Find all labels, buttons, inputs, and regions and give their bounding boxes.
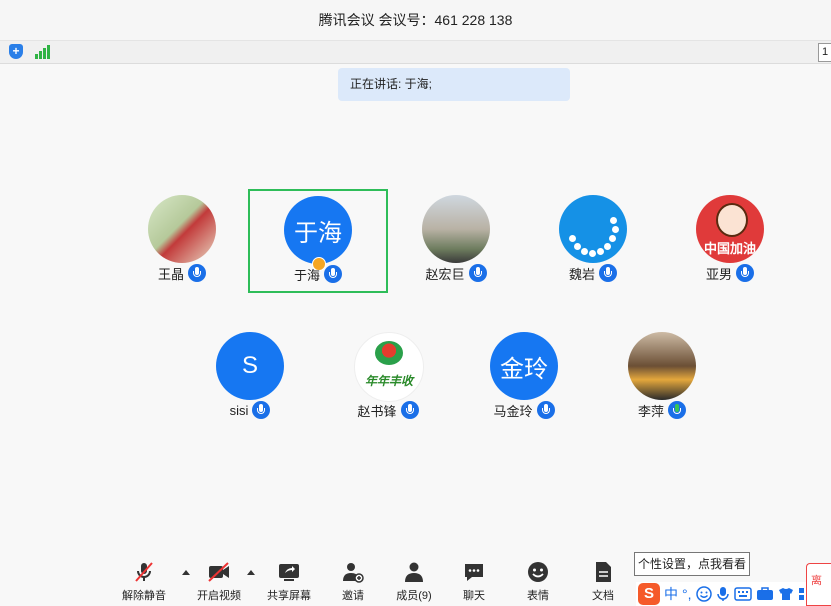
microphone-icon — [252, 401, 271, 419]
ime-punctuation-toggle[interactable]: °, — [682, 586, 692, 602]
participant-name: 王晶 — [157, 266, 184, 282]
ime-language-toggle[interactable]: 中 — [664, 584, 678, 604]
ime-toolbox-icon[interactable] — [756, 587, 774, 601]
microphone-icon — [536, 401, 555, 419]
speaking-indicator: 正在讲话: 于海; — [338, 68, 570, 101]
participant-tile[interactable]: S sisi — [180, 325, 320, 429]
speaking-text: 正在讲话: 于海; — [350, 77, 433, 91]
participant-tile[interactable]: 王晶 — [112, 188, 252, 292]
security-shield-icon[interactable]: + — [9, 44, 23, 59]
chat-icon — [465, 564, 483, 581]
unmute-button[interactable]: 解除静音 — [114, 560, 174, 604]
microphone-icon — [400, 401, 419, 419]
participant-tile[interactable]: 年年丰收 赵书锋 — [318, 325, 458, 429]
participant-name: 李萍 — [637, 403, 664, 419]
avatar: 金玲 — [490, 332, 558, 400]
avatar: S — [216, 332, 284, 400]
avatar — [148, 195, 216, 263]
window-titlebar: 腾讯会议 会议号：461 228 138 — [0, 0, 831, 41]
participant-name: 赵宏巨 — [425, 266, 465, 282]
members-icon — [405, 562, 423, 582]
start-video-label: 开启视频 — [197, 590, 241, 602]
avatar — [628, 332, 696, 400]
document-icon — [596, 562, 611, 582]
ime-toolbar: S 中 °, — [636, 582, 822, 606]
avatar: 于海 — [284, 196, 352, 264]
docs-button[interactable]: 文档 — [573, 560, 633, 604]
leave-button-partial[interactable]: 离 — [806, 563, 831, 606]
participant-tile[interactable]: 金玲 马金玲 — [454, 325, 594, 429]
microphone-icon — [599, 264, 617, 282]
loading-dots-icon — [559, 195, 627, 263]
microphone-icon — [188, 264, 206, 282]
share-screen-icon — [279, 564, 299, 581]
ime-emoji-icon[interactable] — [695, 586, 712, 602]
invite-label: 邀请 — [342, 590, 364, 602]
meeting-title: 腾讯会议 会议号：461 228 138 — [318, 12, 513, 28]
microphone-icon — [324, 265, 342, 283]
participant-name: 马金玲 — [493, 403, 533, 419]
camera-off-icon — [208, 562, 229, 582]
status-bar: + 1 — [0, 41, 831, 64]
avatar: 年年丰收 — [354, 332, 424, 402]
participant-name: 魏岩 — [568, 266, 595, 282]
avatar: 中国加油 — [696, 195, 764, 263]
harvest-logo-icon — [375, 341, 403, 365]
avatar-caption: 年年丰收 — [364, 374, 413, 388]
microphone-icon — [468, 264, 487, 282]
participant-name: 赵书锋 — [357, 403, 397, 419]
ime-tooltip: 个性设置，点我看看 — [634, 552, 750, 576]
network-signal-icon[interactable] — [35, 45, 51, 59]
ime-keyboard-icon[interactable] — [733, 587, 752, 601]
participant-tile[interactable]: 赵宏巨 — [386, 188, 526, 292]
members-button[interactable]: 成员(9) — [384, 560, 444, 604]
avatar — [559, 195, 627, 263]
microphone-active-icon — [668, 401, 686, 419]
docs-label: 文档 — [592, 590, 614, 602]
page-indicator[interactable]: 1 — [818, 43, 831, 62]
avatar-caption: 中国加油 — [703, 241, 756, 256]
members-label: 成员(9) — [396, 590, 432, 602]
add-user-icon — [343, 563, 364, 583]
participant-tile[interactable]: 魏岩 — [523, 188, 663, 292]
share-screen-label: 共享屏幕 — [267, 590, 311, 602]
unmute-label: 解除静音 — [122, 590, 166, 602]
participant-tile[interactable]: 中国加油 亚男 — [660, 188, 800, 292]
microphone-icon — [736, 264, 754, 282]
participant-tile-active[interactable]: 于海 于海 — [248, 189, 388, 293]
tooltip-text: 个性设置，点我看看 — [637, 557, 746, 571]
chat-button[interactable]: 聊天 — [444, 560, 504, 604]
reactions-label: 表情 — [527, 590, 549, 602]
avatar — [422, 195, 490, 263]
ime-voice-icon[interactable] — [716, 586, 730, 602]
chat-label: 聊天 — [463, 590, 485, 602]
ime-skin-icon[interactable] — [778, 587, 794, 601]
sogou-logo-icon[interactable]: S — [638, 583, 660, 605]
start-video-button[interactable]: 开启视频 — [189, 560, 249, 604]
participant-name: 于海 — [293, 267, 320, 283]
participant-tile[interactable]: 李萍 — [592, 325, 732, 429]
invite-button[interactable]: 邀请 — [323, 560, 383, 604]
microphone-muted-icon — [135, 562, 153, 582]
participant-name: 亚男 — [705, 266, 732, 282]
cartoon-face-icon — [716, 203, 748, 237]
reactions-button[interactable]: 表情 — [508, 560, 568, 604]
smiley-icon — [528, 562, 548, 582]
participant-name: sisi — [229, 402, 249, 418]
video-options-caret-icon[interactable] — [247, 570, 255, 575]
share-screen-button[interactable]: 共享屏幕 — [259, 560, 319, 604]
